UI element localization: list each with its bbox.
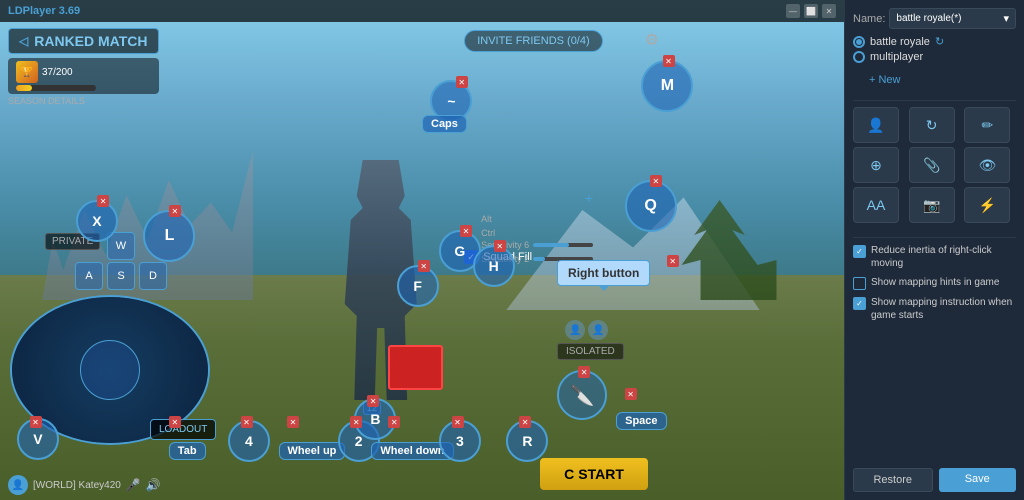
d-key[interactable]: D	[139, 262, 167, 290]
profile1-radio[interactable]: battle royale ↻	[853, 35, 1016, 48]
radio-circle-1	[853, 36, 865, 48]
name-row: Name: battle royale(*) ▾	[853, 8, 1016, 29]
lightning-tool-icon[interactable]: ⚡	[964, 187, 1010, 223]
name-dropdown[interactable]: battle royale(*) ▾	[889, 8, 1016, 29]
c-key-label: C	[564, 466, 574, 482]
tab-key-close[interactable]: ✕	[169, 416, 181, 428]
red-box	[388, 345, 443, 390]
divider-2	[853, 237, 1016, 238]
r-key-close[interactable]: ✕	[519, 416, 531, 428]
profile2-radio[interactable]: multiplayer	[853, 51, 1016, 63]
close-btn[interactable]: ✕	[822, 4, 836, 18]
clip-tool-icon[interactable]: 📎	[909, 147, 955, 183]
icon-grid: 👤 ↻ ✏ ⊕ 📎 👁 AA 📷 ⚡	[853, 107, 1016, 223]
chevron-down-icon: ▾	[1003, 12, 1009, 25]
f-key-close[interactable]: ✕	[418, 260, 430, 272]
action-icon-close[interactable]: ✕	[578, 366, 590, 378]
person-icons: 👤 👤	[565, 320, 608, 340]
g-key-close[interactable]: ✕	[460, 225, 472, 237]
caps-label[interactable]: Caps	[422, 115, 467, 133]
wheel-up-binding[interactable]: Wheel up	[279, 442, 346, 460]
maximize-btn[interactable]: ⬜	[804, 4, 818, 18]
m-key-binding[interactable]: M	[641, 60, 693, 112]
mic-icon[interactable]: 🎤	[126, 478, 141, 492]
invite-friends[interactable]: INVITE FRIENDS (0/4)	[464, 30, 602, 52]
radio-circle-2	[853, 51, 865, 63]
arrow-icon: ◁	[19, 34, 28, 48]
h-key-close[interactable]: ✕	[494, 240, 506, 252]
xp-area: 🏆 37/200	[8, 58, 159, 94]
eye-tool-icon[interactable]: 👁	[964, 147, 1010, 183]
checkbox-3[interactable]: ✓	[853, 297, 866, 310]
checkbox-2-label: Show mapping hints in game	[871, 276, 999, 289]
profile1-label: battle royale	[870, 36, 930, 48]
checkbox-2[interactable]	[853, 277, 866, 290]
save-button[interactable]: Save	[939, 468, 1017, 492]
tooltip-close[interactable]: ✕	[667, 255, 679, 267]
tooltip-arrow	[598, 285, 610, 291]
checkbox-row-1: ✓ Reduce inertia of right-click moving	[853, 244, 1016, 270]
player-name: [WORLD] Katey420	[33, 480, 121, 491]
v-key-close[interactable]: ✕	[30, 416, 42, 428]
crosshair-tool-icon[interactable]: ⊕	[853, 147, 899, 183]
camera-tool-icon[interactable]: 📷	[909, 187, 955, 223]
game-area: LDPlayer 3.69 — ⬜ ✕ ◁ RANKED MATCH 🏆 37/…	[0, 0, 844, 500]
checkbox-row-3: ✓ Show mapping instruction when game sta…	[853, 296, 1016, 322]
alt-label: Alt	[481, 214, 492, 224]
checkbox-row-2: Show mapping hints in game	[853, 276, 1016, 290]
checkbox-1-label: Reduce inertia of right-click moving	[871, 244, 1016, 270]
gear-icon[interactable]: ⚙	[645, 30, 659, 50]
speaker-icon[interactable]: 🔊	[146, 478, 161, 492]
b-key-close[interactable]: ✕	[367, 395, 379, 407]
right-panel: Name: battle royale(*) ▾ battle royale ↻…	[844, 0, 1024, 500]
tab-key-binding[interactable]: Tab	[169, 442, 206, 460]
person-icon-1: 👤	[565, 320, 585, 340]
wheel-up-close[interactable]: ✕	[287, 416, 299, 428]
right-button-tooltip: Right button	[557, 260, 650, 286]
space-key-close[interactable]: ✕	[625, 388, 637, 400]
space-key-binding[interactable]: Space	[616, 412, 666, 430]
isolated-label: ISOLATED	[557, 343, 624, 360]
person-tool-icon[interactable]: 👤	[853, 107, 899, 143]
edit-tool-icon[interactable]: ✏	[964, 107, 1010, 143]
title-bar: LDPlayer 3.69 — ⬜ ✕	[0, 0, 844, 22]
divider-1	[853, 100, 1016, 101]
ctrl-label: Ctrl	[481, 228, 495, 238]
restore-button[interactable]: Restore	[853, 468, 933, 492]
tilde-key-close[interactable]: ✕	[456, 76, 468, 88]
q-key-binding[interactable]: Q	[625, 180, 677, 232]
name-label: Name:	[853, 13, 885, 25]
start-label: START	[578, 466, 624, 482]
new-profile-button[interactable]: + New	[869, 74, 1016, 86]
wheel-down-close[interactable]: ✕	[388, 416, 400, 428]
num2-key-close[interactable]: ✕	[350, 416, 362, 428]
num3-key-close[interactable]: ✕	[452, 416, 464, 428]
aa-tool-icon[interactable]: AA	[853, 187, 899, 223]
app-title: LDPlayer 3.69	[8, 5, 80, 17]
profile-radio-group: battle royale ↻ multiplayer	[853, 35, 1016, 66]
m-key-close[interactable]: ✕	[663, 55, 675, 67]
a-key[interactable]: A	[75, 262, 103, 290]
season-label: SEASON DETAILS	[8, 96, 159, 106]
ranked-label: RANKED MATCH	[34, 33, 147, 49]
ranked-badge: ◁ RANKED MATCH	[8, 28, 159, 54]
plus-icon[interactable]: +	[481, 190, 593, 206]
s-key[interactable]: S	[107, 262, 135, 290]
panel-btn-row: Restore Save	[853, 464, 1016, 492]
loadout-label[interactable]: LOADOUT	[150, 419, 216, 440]
xp-value: 37/200	[42, 67, 73, 78]
num4-key-close[interactable]: ✕	[241, 416, 253, 428]
sync-tool-icon[interactable]: ↻	[909, 107, 955, 143]
checkbox-3-label: Show mapping instruction when game start…	[871, 296, 1016, 322]
xp-bar	[16, 85, 96, 91]
minimize-btn[interactable]: —	[786, 4, 800, 18]
profile2-label: multiplayer	[870, 51, 923, 63]
q-key-close[interactable]: ✕	[650, 175, 662, 187]
start-button[interactable]: C START	[540, 458, 648, 490]
checkbox-1[interactable]: ✓	[853, 245, 866, 258]
l-key-close[interactable]: ✕	[169, 205, 181, 217]
refresh-icon[interactable]: ↻	[935, 35, 944, 48]
person-icon-2: 👤	[588, 320, 608, 340]
x-key-close[interactable]: ✕	[97, 195, 109, 207]
